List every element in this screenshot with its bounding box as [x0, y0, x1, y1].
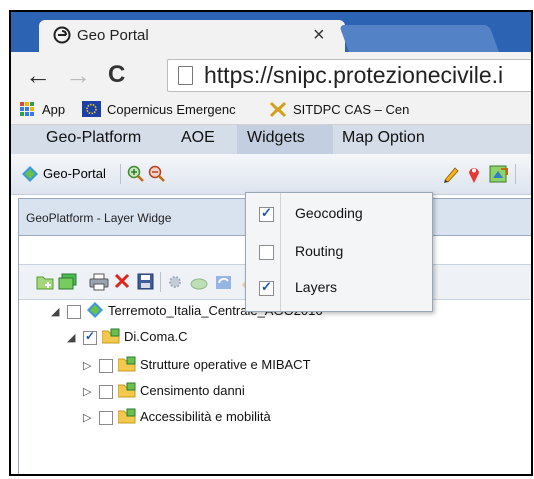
eu-flag-icon: [82, 101, 101, 117]
layer-checkbox[interactable]: [99, 385, 113, 399]
menu-item-label: Layers: [295, 279, 338, 295]
close-tab-icon[interactable]: ×: [313, 24, 325, 47]
add-folder-icon[interactable]: [36, 273, 54, 291]
zoom-out-icon[interactable]: [148, 165, 166, 183]
browser-window: Geo Portal × ← → C https://snipc.protezi…: [9, 10, 533, 476]
collapsed-triangle-icon[interactable]: ▷: [83, 411, 91, 424]
menu-widgets[interactable]: Widgets: [247, 129, 305, 147]
geo-portal-icon: [22, 166, 38, 182]
apps-grid-icon: [20, 102, 34, 116]
layer-refresh-icon[interactable]: [214, 273, 234, 291]
node-label: Di.Coma.C: [124, 329, 188, 344]
toolbar-separator: [160, 272, 161, 292]
collapsed-triangle-icon[interactable]: ▷: [83, 359, 91, 372]
browser-tab[interactable]: Geo Portal ×: [39, 20, 345, 52]
geo-portal-favicon-icon: [53, 26, 71, 44]
tree-node-strutture[interactable]: ▷ Strutture operative e MIBACT: [83, 355, 483, 379]
geo-portal-node-icon: [87, 302, 103, 318]
folder-layers-icon: [118, 408, 136, 424]
add-layer-icon[interactable]: [58, 273, 78, 291]
layer-settings-icon[interactable]: [166, 273, 184, 291]
menu-item-geocoding[interactable]: Geocoding: [246, 197, 432, 231]
widgets-dropdown-menu: Geocoding Routing Layers: [245, 192, 433, 312]
bookmarks-bar: App Copernicus Emergenc SITDPC CAS – Cen: [11, 96, 531, 125]
delete-x-icon[interactable]: [114, 273, 130, 289]
menu-item-layers[interactable]: Layers: [246, 271, 432, 305]
back-arrow-icon[interactable]: ←: [25, 60, 51, 91]
toolbar-separator: [120, 164, 121, 184]
folder-layers-icon: [102, 328, 120, 344]
bookmark-label: App: [42, 102, 66, 117]
geo-portal-label: Geo-Portal: [43, 166, 106, 181]
tree-node-accessibilita[interactable]: ▷ Accessibilità e mobilità: [83, 407, 483, 431]
layer-checkbox[interactable]: [83, 329, 97, 345]
sitdpc-logo-icon: [269, 101, 287, 118]
reload-icon[interactable]: C: [108, 61, 125, 89]
node-label: Censimento danni: [140, 383, 245, 398]
routing-checkbox[interactable]: [259, 245, 274, 260]
node-label: Strutture operative e MIBACT: [140, 357, 311, 372]
panel-title: GeoPlatform - Layer Widge: [26, 211, 172, 225]
url-text: https://snipc.protezionecivile.i: [204, 62, 504, 88]
layer-checkbox[interactable]: [99, 359, 113, 373]
menu-geo-platform[interactable]: Geo-Platform: [46, 129, 141, 147]
layer-checkbox[interactable]: [99, 411, 113, 425]
tree-node-dicomac[interactable]: ◢ Di.Coma.C: [67, 327, 467, 351]
tab-strip: Geo Portal ×: [11, 12, 531, 52]
page-icon: [178, 66, 193, 85]
menu-aoe[interactable]: AOE: [181, 129, 215, 147]
map-pin-icon[interactable]: [467, 164, 481, 184]
toolbar-separator: [515, 164, 516, 184]
bookmark-label: SITDPC CAS – Cen: [293, 102, 410, 117]
save-disk-icon[interactable]: [137, 273, 154, 290]
new-tab-button[interactable]: [339, 25, 499, 52]
zoom-in-icon[interactable]: [127, 165, 145, 183]
app-toolbar: Geo-Portal: [11, 154, 531, 195]
expanded-triangle-icon[interactable]: ◢: [51, 305, 59, 318]
menu-map-option[interactable]: Map Option: [342, 129, 425, 147]
layer-checkbox[interactable]: [67, 305, 81, 319]
layer-link-icon[interactable]: [189, 273, 209, 291]
bookmark-label: Copernicus Emergenc: [107, 102, 236, 117]
tree-node-censimento[interactable]: ▷ Censimento danni: [83, 381, 483, 405]
menu-item-routing[interactable]: Routing: [246, 235, 432, 269]
layers-checkbox[interactable]: [259, 279, 274, 296]
app-menubar: Geo-Platform AOE Widgets Map Option: [11, 125, 531, 154]
forward-arrow-icon[interactable]: →: [65, 60, 91, 91]
menu-item-label: Routing: [295, 243, 344, 259]
tab-title: Geo Portal: [77, 27, 149, 44]
map-export-icon[interactable]: [489, 164, 509, 184]
print-icon[interactable]: [89, 273, 109, 291]
address-bar[interactable]: https://snipc.protezionecivile.i: [167, 59, 531, 92]
geocoding-checkbox[interactable]: [259, 205, 274, 222]
folder-layers-icon: [118, 356, 136, 372]
node-label: Accessibilità e mobilità: [140, 409, 271, 424]
menu-item-label: Geocoding: [295, 205, 363, 221]
browser-toolbar: ← → C https://snipc.protezionecivile.i: [11, 52, 531, 96]
pencil-icon[interactable]: [442, 165, 460, 183]
collapsed-triangle-icon[interactable]: ▷: [83, 385, 91, 398]
folder-layers-icon: [118, 382, 136, 398]
expanded-triangle-icon[interactable]: ◢: [67, 331, 75, 344]
